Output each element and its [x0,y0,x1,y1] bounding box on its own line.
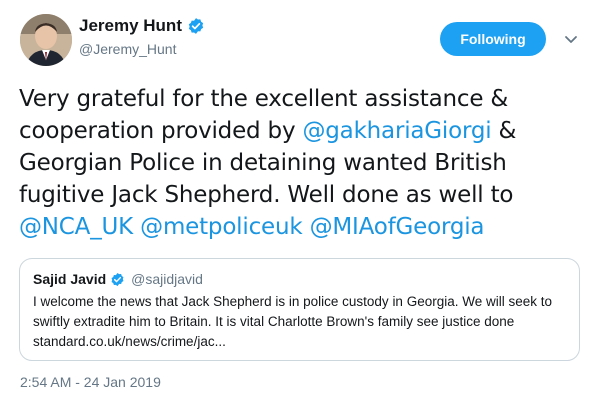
quoted-tweet-header: Sajid Javid @sajidjavid [33,271,203,287]
quoted-link[interactable]: standard.co.uk/news/crime/jac... [33,332,573,352]
tweet-text: Very grateful for the excellent assistan… [19,83,584,243]
quoted-author-name: Sajid Javid [33,271,107,287]
quoted-tweet[interactable]: Sajid Javid @sajidjavid I welcome the ne… [19,258,580,361]
tweet-text-line: Georgian Police in detaining wanted Brit… [19,147,584,179]
tweet-text-line: Very grateful for the excellent assistan… [19,83,584,115]
following-button[interactable]: Following [440,22,546,56]
author-name-row[interactable]: Jeremy Hunt [79,16,205,36]
author-block: Jeremy Hunt @Jeremy_Hunt [79,16,205,57]
tweet-text-segment [302,214,309,240]
quoted-text-line: I welcome the news that Jack Shepherd is… [33,294,553,309]
tweet-text-segment: fugitive Jack Shepherd. Well done as wel… [19,182,514,208]
tweet-timestamp[interactable]: 2:54 AM - 24 Jan 2019 [20,374,161,390]
tweet-text-line: @NCA_UK @metpoliceuk @MIAofGeorgia [19,211,584,243]
tweet-text-segment: & [491,118,517,144]
mention-link[interactable]: @MIAofGeorgia [310,214,485,240]
mention-link[interactable]: @gakhariaGiorgi [302,118,491,144]
tweet-text-segment: Very grateful for the excellent assistan… [19,86,509,112]
tweet-text-line: fugitive Jack Shepherd. Well done as wel… [19,179,584,211]
tweet-text-segment: Georgian Police in detaining wanted Brit… [19,150,507,176]
quoted-author-handle: @sajidjavid [131,271,203,287]
chevron-down-icon[interactable] [563,31,579,47]
tweet-card: Jeremy Hunt @Jeremy_Hunt Following Very … [0,0,593,412]
author-name[interactable]: Jeremy Hunt [79,16,182,36]
quoted-tweet-text: I welcome the news that Jack Shepherd is… [33,292,573,352]
avatar[interactable] [20,14,72,66]
author-handle[interactable]: @Jeremy_Hunt [79,41,205,57]
tweet-text-line: cooperation provided by @gakhariaGiorgi … [19,115,584,147]
tweet-text-segment: cooperation provided by [19,118,303,144]
verified-badge-icon [110,272,125,287]
mention-link[interactable]: @NCA_UK [19,214,133,240]
verified-badge-icon [187,17,205,35]
quoted-text-line: swiftly extradite him to Britain. It is … [33,314,515,329]
mention-link[interactable]: @metpoliceuk [140,214,303,240]
